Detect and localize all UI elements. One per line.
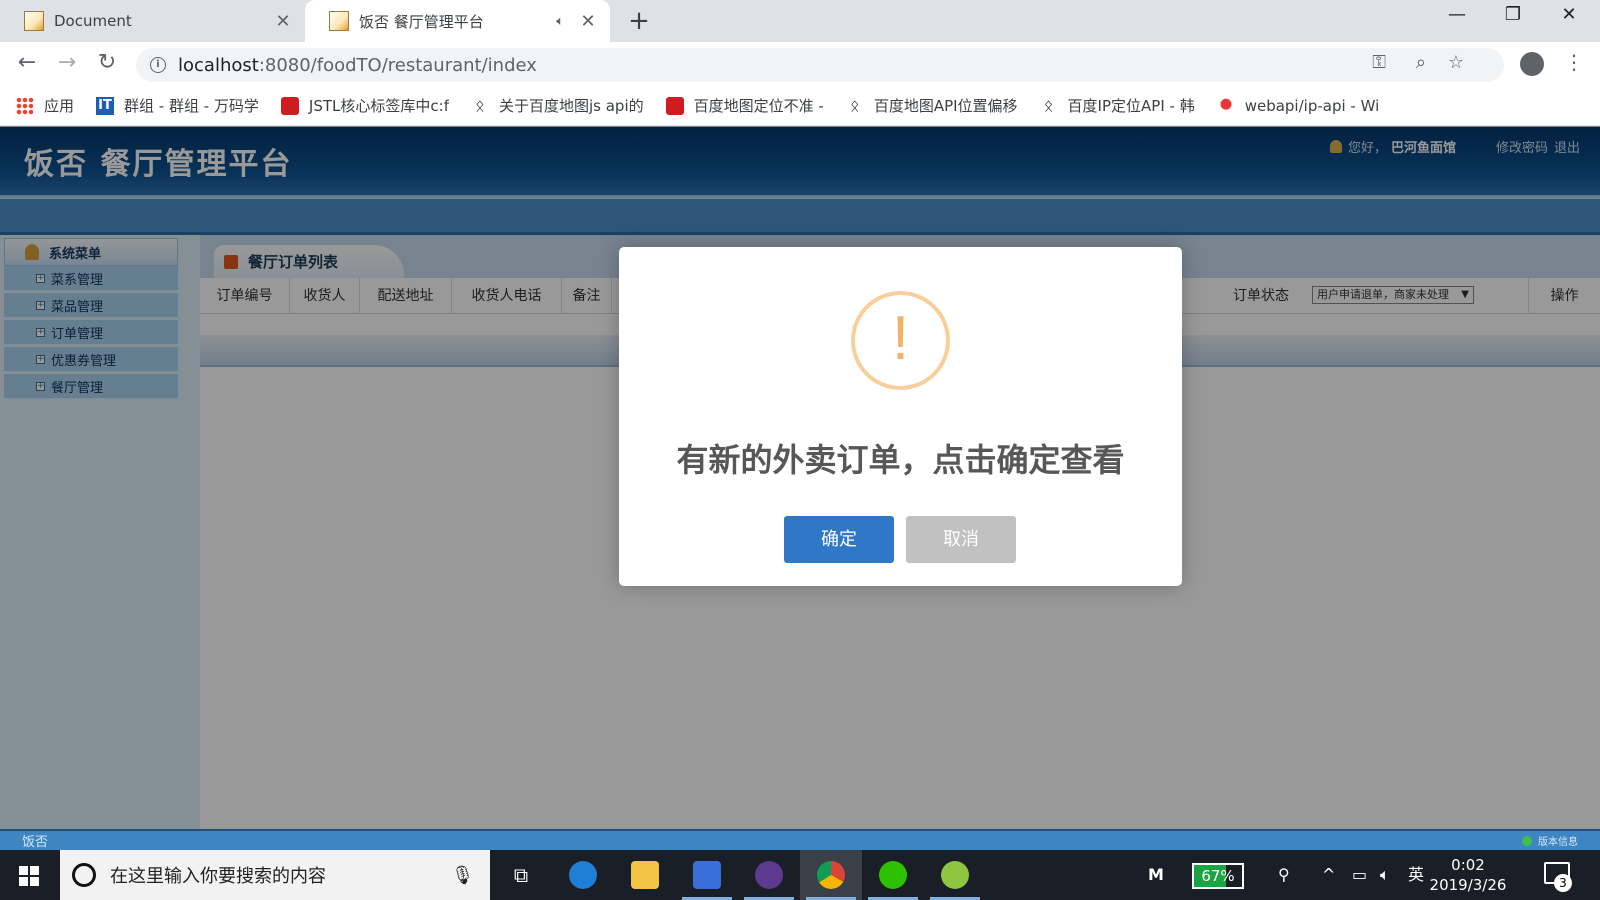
- bookmarks-bar: 应用 IT 群组 - 群组 - 万码学 JSTL核心标签库中c:f ᛟ 关于百度地图…: [0, 86, 1600, 126]
- tab-title: 饭否 餐厅管理平台: [359, 12, 484, 31]
- windows-logo-icon: [19, 866, 39, 886]
- notification-badge: 3: [1554, 874, 1572, 892]
- microphone-icon[interactable]: 🎙︎: [451, 865, 474, 886]
- chrome-icon: [817, 861, 845, 889]
- back-arrow-icon[interactable]: ←: [12, 50, 42, 75]
- taskbar-wps[interactable]: [676, 850, 738, 900]
- version-info[interactable]: 版本信息: [1522, 833, 1578, 848]
- speaker-icon[interactable]: 🔈︎: [556, 14, 564, 29]
- taskbar-eclipse[interactable]: [738, 850, 800, 900]
- site-favicon-icon: [329, 11, 349, 31]
- paw-icon: ᛟ: [475, 95, 485, 115]
- bookmark-apps[interactable]: 应用: [16, 95, 74, 116]
- key-icon[interactable]: ⚿: [1372, 52, 1386, 73]
- taskbar-chrome[interactable]: [800, 850, 862, 900]
- window-close-button[interactable]: ✕: [1546, 4, 1592, 25]
- wechat-icon: [879, 861, 907, 889]
- bookmark-item[interactable]: ᛟ 百度地图API位置偏移: [846, 95, 1018, 116]
- hbuilder-icon: [941, 861, 969, 889]
- info-dot-icon: [1522, 835, 1532, 846]
- pin-icon: [1216, 96, 1235, 115]
- clock-date: 2019/3/26: [1429, 876, 1507, 894]
- address-bar[interactable]: i localhost:8080/foodTO/restaurant/index…: [136, 48, 1504, 82]
- taskbar-wechat[interactable]: [862, 850, 924, 900]
- bookmark-item[interactable]: 百度地图定位不准 -: [665, 95, 824, 116]
- eclipse-icon: [755, 861, 783, 889]
- wps-icon: [693, 861, 721, 889]
- start-button[interactable]: [0, 850, 60, 900]
- taskbar-explorer[interactable]: [614, 850, 676, 900]
- folder-icon: [631, 861, 659, 889]
- bookmark-item[interactable]: webapi/ip-api - Wi: [1216, 96, 1379, 115]
- restore-button[interactable]: ❐: [1490, 4, 1536, 25]
- paw-icon: ᛟ: [850, 95, 860, 115]
- search-placeholder: 在这里输入你要搜索的内容: [110, 866, 326, 887]
- power-icon[interactable]: ▭: [1352, 850, 1367, 900]
- paw-icon: ᛟ: [1043, 95, 1054, 115]
- browser-tabstrip: Document ✕ 饭否 餐厅管理平台 🔈︎ ✕ + — ❐ ✕: [0, 0, 1600, 42]
- dialog-message: 有新的外卖订单，点击确定查看: [676, 441, 1125, 479]
- taskbar-edge[interactable]: [552, 850, 614, 900]
- star-icon[interactable]: ☆: [1448, 52, 1464, 73]
- edge-icon: [569, 861, 597, 889]
- kebab-menu-icon[interactable]: ⋮: [1564, 50, 1584, 74]
- taskbar-hbuilder[interactable]: [924, 850, 986, 900]
- new-order-dialog: ! 有新的外卖订单，点击确定查看 确定 取消: [619, 247, 1182, 586]
- apps-icon: [16, 96, 34, 115]
- gmail-tray-icon[interactable]: M: [1148, 850, 1164, 900]
- browser-tab-document[interactable]: Document ✕: [0, 0, 305, 42]
- bookmark-item[interactable]: IT 群组 - 群组 - 万码学: [96, 95, 259, 116]
- cancel-button[interactable]: 取消: [906, 516, 1016, 563]
- close-icon[interactable]: ✕: [273, 11, 293, 32]
- app-footer: 饭否 版本信息: [0, 829, 1600, 850]
- zoom-icon[interactable]: ⌕: [1416, 52, 1426, 73]
- task-view-icon: ⧉: [513, 863, 529, 887]
- csdn-icon: [280, 96, 299, 115]
- minimize-button[interactable]: —: [1434, 4, 1480, 25]
- taskbar-search-box[interactable]: 在这里输入你要搜索的内容 🎙︎: [60, 850, 490, 900]
- footer-brand: 饭否: [22, 835, 49, 850]
- site-favicon-icon: [24, 11, 44, 31]
- forward-arrow-icon[interactable]: →: [52, 50, 82, 75]
- group-icon: IT: [96, 96, 115, 115]
- close-icon[interactable]: ✕: [578, 11, 598, 32]
- info-icon[interactable]: i: [150, 57, 166, 73]
- url-text[interactable]: localhost:8080/foodTO/restaurant/index: [178, 55, 537, 76]
- volume-icon[interactable]: 🔈︎: [1380, 850, 1390, 900]
- warning-icon: !: [851, 291, 950, 390]
- cortana-icon: [72, 863, 96, 887]
- windows-taskbar: 在这里输入你要搜索的内容 🎙︎ ⧉ M 67% ⚲ ^ ▭ 🔈︎ 英 0:02 …: [0, 850, 1600, 900]
- bookmark-item[interactable]: ᛟ 关于百度地图js api的: [471, 95, 643, 116]
- reload-icon[interactable]: ↻: [92, 50, 122, 75]
- clock-time: 0:02: [1451, 856, 1485, 874]
- battery-indicator[interactable]: 67%: [1192, 863, 1244, 889]
- task-view-button[interactable]: ⧉: [490, 850, 552, 900]
- ime-indicator[interactable]: 英: [1408, 850, 1424, 900]
- profile-avatar-icon[interactable]: [1520, 52, 1544, 76]
- confirm-button[interactable]: 确定: [784, 516, 894, 563]
- csdn-icon: [665, 96, 684, 115]
- new-tab-button[interactable]: +: [624, 6, 654, 36]
- browser-tab-restaurant[interactable]: 饭否 餐厅管理平台 🔈︎ ✕: [305, 0, 610, 42]
- chevron-up-icon[interactable]: ^: [1322, 850, 1335, 900]
- clock[interactable]: 0:02 2019/3/26: [1428, 855, 1508, 895]
- bookmark-item[interactable]: ᛟ 百度IP定位API - 韩: [1040, 95, 1195, 116]
- people-icon[interactable]: ⚲: [1278, 850, 1290, 900]
- bookmark-item[interactable]: JSTL核心标签库中c:f: [280, 95, 449, 116]
- tab-title: Document: [54, 12, 132, 30]
- browser-toolbar: ← → ↻ i localhost:8080/foodTO/restaurant…: [0, 42, 1600, 86]
